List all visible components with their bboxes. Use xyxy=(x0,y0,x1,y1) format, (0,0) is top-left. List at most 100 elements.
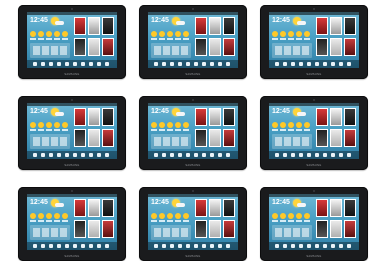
app-icon xyxy=(202,153,206,157)
media-hub-widget xyxy=(316,199,356,240)
book-cover xyxy=(209,220,221,238)
weather-icon xyxy=(159,31,165,37)
app-icon xyxy=(323,153,327,157)
movie-poster xyxy=(195,108,207,126)
cloud-icon xyxy=(176,203,185,207)
movie-poster xyxy=(330,17,342,35)
weather-icon xyxy=(304,213,310,219)
app-icon xyxy=(33,62,37,66)
weather-icon xyxy=(288,31,294,37)
brand-logo: SAMSUNG xyxy=(64,164,80,167)
app-icon xyxy=(178,244,182,248)
app-icon xyxy=(315,153,319,157)
weather-icon xyxy=(183,213,189,219)
app-icon xyxy=(291,244,295,248)
book-cover xyxy=(195,129,207,147)
app-icon xyxy=(73,62,77,66)
app-icon xyxy=(178,62,182,66)
weather-icon xyxy=(183,122,189,128)
weather-forecast xyxy=(30,122,70,133)
weather-icon xyxy=(280,122,286,128)
book-cover xyxy=(316,38,328,56)
weather-icon xyxy=(46,31,52,37)
brand-logo: SAMSUNG xyxy=(306,164,322,167)
app-icon xyxy=(323,244,327,248)
movie-poster xyxy=(88,108,100,126)
book-cover xyxy=(223,129,235,147)
app-icon xyxy=(307,153,311,157)
book-cover xyxy=(209,38,221,56)
app-icon xyxy=(105,244,109,248)
app-icon xyxy=(226,153,230,157)
status-bar xyxy=(269,194,359,197)
app-icon xyxy=(275,244,279,248)
app-icon xyxy=(299,62,303,66)
media-hub-widget xyxy=(195,17,235,58)
movie-poster xyxy=(102,199,114,217)
app-icon xyxy=(73,153,77,157)
movie-poster xyxy=(330,108,342,126)
tablet-device-r2c2: 12:45 SAMSUNG xyxy=(139,96,247,170)
weather-icon xyxy=(151,31,157,37)
app-widget xyxy=(30,43,70,58)
status-bar xyxy=(269,103,359,106)
app-widget xyxy=(151,134,191,149)
app-icon xyxy=(57,62,61,66)
app-icon xyxy=(154,153,158,157)
media-hub-widget xyxy=(74,17,114,58)
weather-icon xyxy=(175,213,181,219)
book-cover xyxy=(330,220,342,238)
weather-icon xyxy=(54,31,60,37)
weather-icon xyxy=(272,31,278,37)
weather-icon xyxy=(54,122,60,128)
cloud-icon xyxy=(55,21,64,25)
movie-poster xyxy=(223,108,235,126)
app-icon xyxy=(315,244,319,248)
weather-icon xyxy=(62,122,68,128)
app-icon xyxy=(323,62,327,66)
tablet-screen: 12:45 xyxy=(148,194,238,250)
app-icon xyxy=(89,153,93,157)
media-hub-widget xyxy=(195,108,235,149)
book-cover xyxy=(223,38,235,56)
app-icon xyxy=(339,62,343,66)
app-icon xyxy=(81,153,85,157)
movie-poster xyxy=(74,108,86,126)
app-icon xyxy=(73,244,77,248)
book-cover xyxy=(74,129,86,147)
front-camera xyxy=(192,8,194,10)
weather-icon xyxy=(296,122,302,128)
app-icon xyxy=(347,153,351,157)
app-icon xyxy=(97,62,101,66)
cloud-icon xyxy=(297,112,306,116)
movie-poster xyxy=(330,199,342,217)
weather-icon xyxy=(280,213,286,219)
clock-widget: 12:45 xyxy=(30,17,48,24)
cloud-icon xyxy=(297,21,306,25)
app-icon xyxy=(339,244,343,248)
weather-icon xyxy=(167,31,173,37)
front-camera xyxy=(71,99,73,101)
movie-poster xyxy=(209,108,221,126)
weather-icon xyxy=(272,122,278,128)
app-icon xyxy=(105,62,109,66)
app-icon xyxy=(170,244,174,248)
book-cover xyxy=(330,129,342,147)
cloud-icon xyxy=(297,203,306,207)
clock-widget: 12:45 xyxy=(151,108,169,115)
clock-widget: 12:45 xyxy=(272,199,290,206)
app-icon xyxy=(299,244,303,248)
app-dock xyxy=(27,151,117,159)
app-widget xyxy=(272,225,312,240)
weather-icon xyxy=(304,31,310,37)
weather-forecast xyxy=(272,213,312,224)
app-widget xyxy=(151,43,191,58)
app-widget xyxy=(151,225,191,240)
movie-poster xyxy=(74,199,86,217)
app-icon xyxy=(347,244,351,248)
tablet-device-r2c3: 12:45 SAMSUNG xyxy=(260,96,368,170)
book-cover xyxy=(102,38,114,56)
app-icon xyxy=(105,153,109,157)
app-icon xyxy=(57,153,61,157)
movie-poster xyxy=(195,199,207,217)
